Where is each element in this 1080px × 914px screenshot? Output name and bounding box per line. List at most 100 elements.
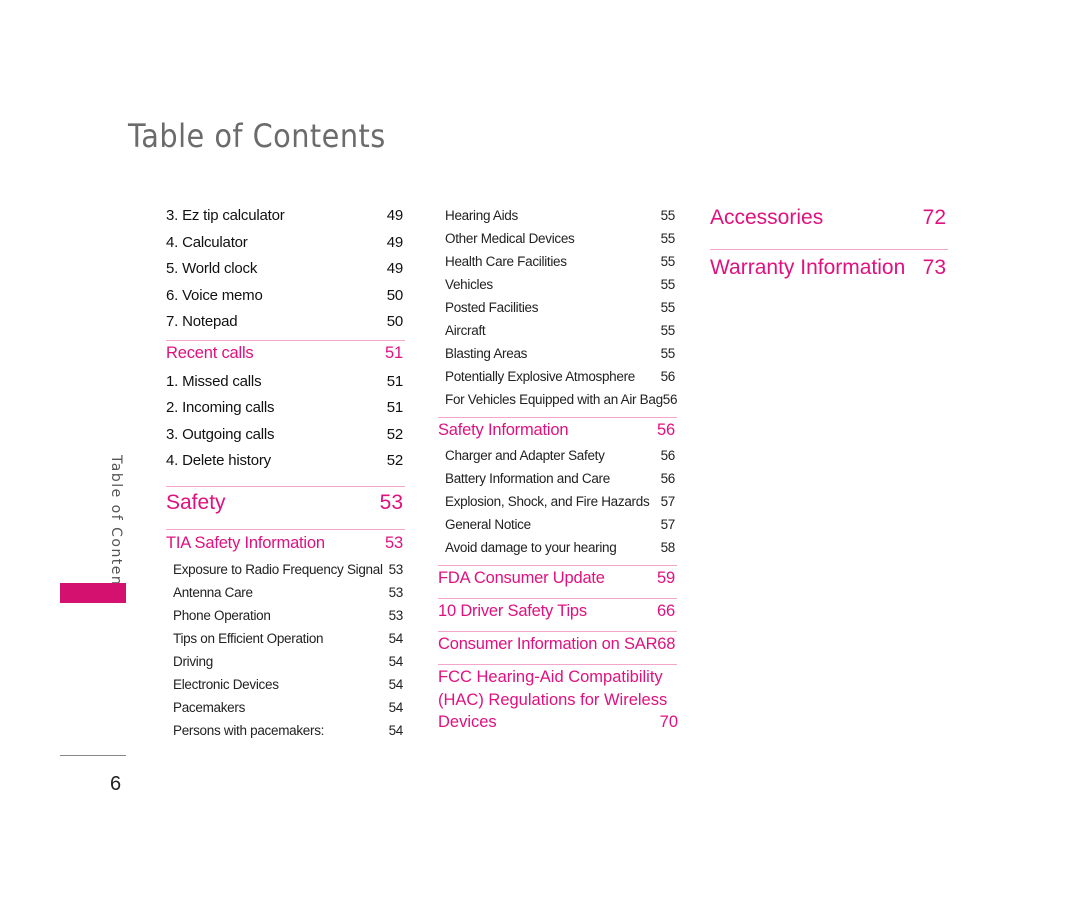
toc-entry: Safety Information 56 — [438, 419, 675, 441]
toc-entry: 10 Driver Safety Tips 66 — [438, 600, 675, 622]
toc-entry: Recent calls 51 — [166, 342, 403, 364]
toc-entry-label: 6. Voice memo — [166, 286, 263, 304]
toc-entry-page: 73 — [922, 256, 946, 279]
toc-entry: For Vehicles Equipped with an Air Bag 56 — [445, 388, 678, 410]
toc-entry-page: 51 — [386, 372, 404, 390]
toc-entry: 4. Calculator 49 — [166, 231, 403, 253]
toc-entry-page: 56 — [660, 447, 676, 463]
toc-entry-label: For Vehicles Equipped with an Air Bag — [445, 391, 663, 407]
toc-entry-label: Safety Information — [438, 420, 569, 439]
toc-entry-page: 70 — [659, 713, 678, 731]
toc-entry-page: 54 — [388, 653, 404, 669]
toc-entry: Persons with pacemakers: 54 — [173, 719, 403, 741]
section-tab-marker — [60, 583, 126, 603]
page-number: 6 — [110, 773, 122, 795]
toc-entry-label: 3. Outgoing calls — [166, 425, 275, 443]
toc-entry-page: 53 — [379, 491, 403, 514]
toc-entry-label: Health Care Facilities — [445, 253, 567, 269]
toc-entry-label: Blasting Areas — [445, 345, 528, 361]
section-divider — [438, 631, 677, 632]
toc-entry-page: 72 — [922, 206, 946, 229]
toc-entry-label: Phone Operation — [173, 607, 271, 623]
footer-divider — [60, 755, 126, 756]
toc-entry-label: Recent calls — [166, 343, 254, 362]
section-divider — [166, 529, 405, 530]
toc-entry-label: Accessories — [710, 206, 824, 229]
toc-entry: 6. Voice memo 50 — [166, 284, 403, 306]
toc-entry: Health Care Facilities 55 — [445, 250, 675, 272]
toc-entry: Pacemakers 54 — [173, 696, 403, 718]
toc-entry-label: 7. Notepad — [166, 312, 238, 330]
section-divider — [438, 417, 677, 418]
toc-entry-page: 55 — [660, 345, 676, 361]
toc-entry: Other Medical Devices 55 — [445, 227, 675, 249]
toc-entry-label: 4. Calculator — [166, 233, 248, 251]
toc-entry-page: 55 — [660, 230, 676, 246]
toc-entry: Aircraft 55 — [445, 319, 675, 341]
toc-entry-page: 55 — [660, 207, 676, 223]
toc-entry: Charger and Adapter Safety 56 — [445, 444, 675, 466]
section-divider — [438, 565, 677, 566]
toc-entry-label: Driving — [173, 653, 213, 669]
toc-entry-page: 57 — [660, 493, 676, 509]
toc-entry: TIA Safety Information 53 — [166, 532, 403, 554]
toc-entry-label: Battery Information and Care — [445, 470, 610, 486]
toc-entry-page: 53 — [388, 607, 404, 623]
toc-entry-fcc: FCC Hearing-Aid Compatibility (HAC) Regu… — [438, 666, 678, 734]
page-title: Table of Contents — [128, 117, 386, 155]
toc-entry-label: 3. Ez tip calculator — [166, 206, 285, 224]
toc-entry-label: Avoid damage to your hearing — [445, 539, 617, 555]
toc-entry-label: 4. Delete history — [166, 451, 271, 469]
toc-entry-page: 56 — [662, 391, 678, 407]
toc-entry: Electronic Devices 54 — [173, 673, 403, 695]
toc-entry-page: 58 — [660, 539, 676, 555]
toc-entry-page: 56 — [660, 368, 676, 384]
toc-entry-label: General Notice — [445, 516, 531, 532]
toc-entry-label: 10 Driver Safety Tips — [438, 601, 587, 620]
toc-entry-page: 56 — [660, 470, 676, 486]
toc-entry-page: 52 — [386, 425, 404, 443]
toc-entry-label: Tips on Efficient Operation — [173, 630, 324, 646]
toc-entry: Explosion, Shock, and Fire Hazards 57 — [445, 490, 675, 512]
toc-entry-page: 54 — [388, 630, 404, 646]
toc-entry-page: 50 — [386, 286, 404, 304]
toc-entry-page: 49 — [386, 233, 404, 251]
toc-entry: Antenna Care 53 — [173, 581, 403, 603]
toc-entry-page: 51 — [385, 343, 403, 362]
toc-entry-page: 57 — [660, 516, 676, 532]
toc-entry-page: 66 — [657, 601, 675, 620]
section-divider — [166, 486, 405, 487]
toc-entry-label-line: Devices — [438, 713, 497, 731]
toc-entry-label: Persons with pacemakers: — [173, 722, 325, 738]
toc-entry: Posted Facilities 55 — [445, 296, 675, 318]
toc-entry-page: 54 — [388, 722, 404, 738]
toc-entry: 3. Ez tip calculator 49 — [166, 204, 403, 226]
toc-entry-label: Exposure to Radio Frequency Signal — [173, 561, 383, 577]
toc-entry-page: 56 — [657, 420, 675, 439]
toc-entry-label: Vehicles — [445, 276, 493, 292]
side-section-label: Table of Contents — [108, 455, 124, 603]
toc-entry-label: Consumer Information on SAR — [438, 634, 658, 653]
toc-entry-label: 2. Incoming calls — [166, 398, 275, 416]
toc-entry-label-line: (HAC) Regulations for Wireless — [438, 690, 668, 709]
toc-entry-page: 55 — [660, 299, 676, 315]
toc-entry-label: 1. Missed calls — [166, 372, 262, 390]
toc-entry-label: Warranty Information — [710, 256, 906, 279]
toc-entry-page: 53 — [388, 584, 404, 600]
toc-entry-page: 50 — [386, 312, 404, 330]
toc-entry: Phone Operation 53 — [173, 604, 403, 626]
section-divider — [710, 249, 948, 250]
toc-entry-page: 52 — [386, 451, 404, 469]
toc-entry-page: 49 — [386, 206, 404, 224]
toc-entry-label: Pacemakers — [173, 699, 246, 715]
toc-entry-page: 49 — [386, 259, 404, 277]
section-divider — [166, 340, 405, 341]
toc-entry: Accessories 72 — [710, 206, 946, 229]
toc-entry-label: Charger and Adapter Safety — [445, 447, 605, 463]
toc-entry-page: 55 — [660, 276, 676, 292]
toc-entry: Driving 54 — [173, 650, 403, 672]
toc-entry-page: 51 — [386, 398, 404, 416]
toc-entry-label: FDA Consumer Update — [438, 568, 605, 587]
toc-entry: Safety 53 — [166, 491, 403, 514]
toc-entry-page: 53 — [388, 561, 404, 577]
